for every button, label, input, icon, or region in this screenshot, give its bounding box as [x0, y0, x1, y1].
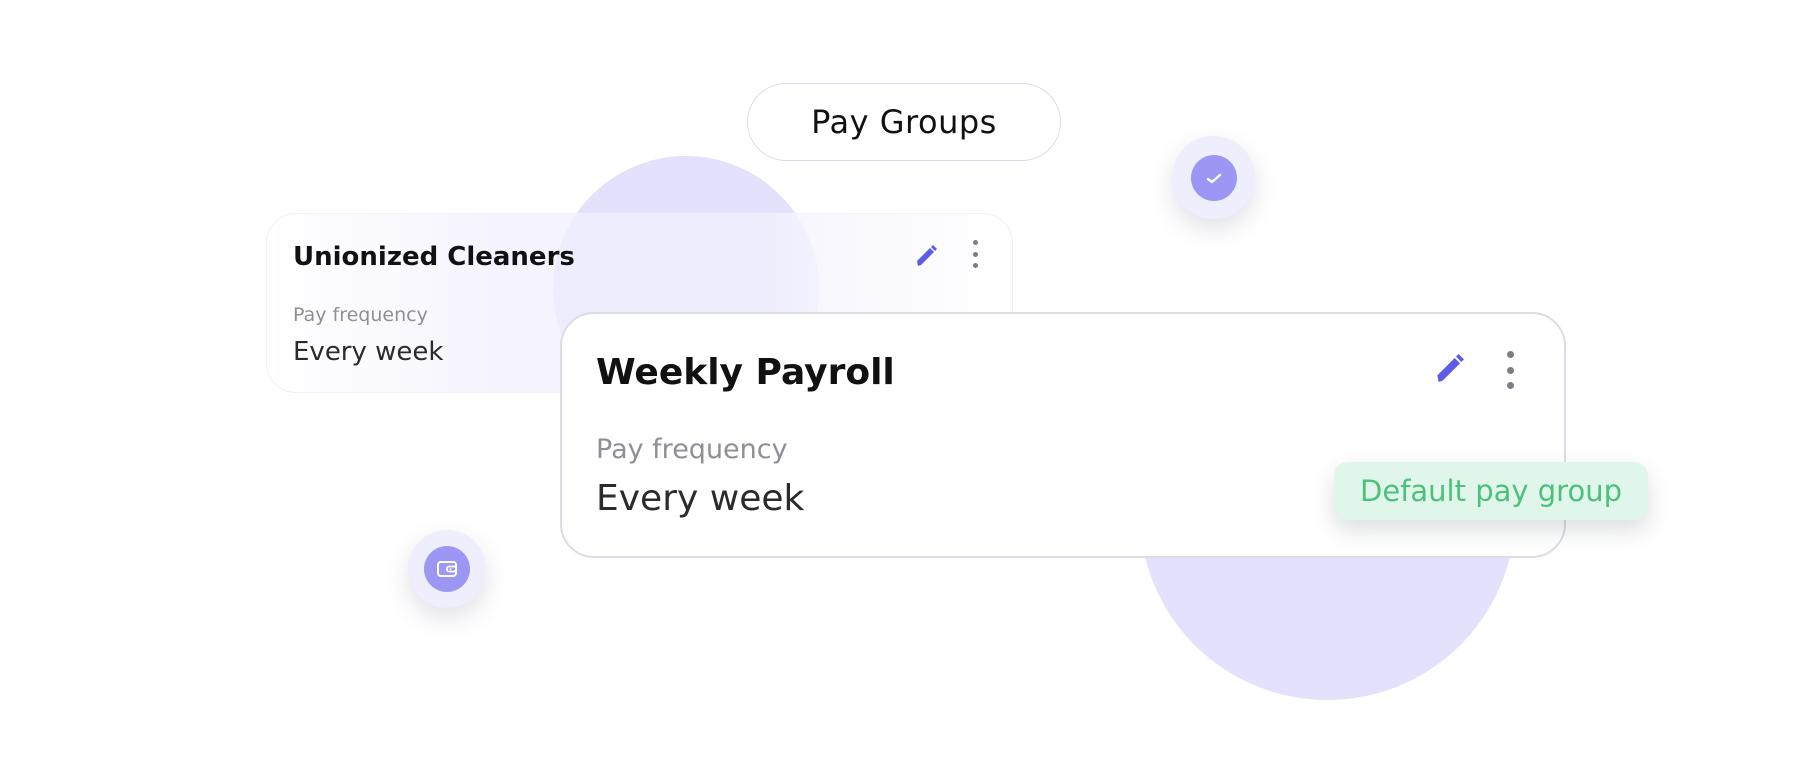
pencil-icon[interactable]: [910, 242, 940, 272]
pay-frequency-value: Every week: [596, 478, 805, 519]
more-vertical-icon[interactable]: [1504, 351, 1516, 389]
wallet-badge: [408, 530, 486, 608]
pay-group-card-weekly-payroll[interactable]: Weekly Payroll Pay frequency Every week: [560, 312, 1566, 558]
more-vertical-icon[interactable]: [970, 240, 980, 268]
check-icon: [1190, 154, 1237, 201]
pay-group-name: Weekly Payroll: [596, 352, 895, 393]
pay-frequency-value: Every week: [293, 337, 444, 367]
check-badge: [1172, 136, 1255, 219]
page-title: Pay Groups: [747, 83, 1061, 161]
default-pay-group-badge: Default pay group: [1334, 462, 1648, 520]
pay-frequency-label: Pay frequency: [596, 434, 788, 465]
wallet-icon: [424, 546, 470, 592]
pay-frequency-label: Pay frequency: [293, 304, 428, 326]
pay-group-name: Unionized Cleaners: [293, 242, 575, 272]
pencil-icon[interactable]: [1428, 350, 1468, 390]
